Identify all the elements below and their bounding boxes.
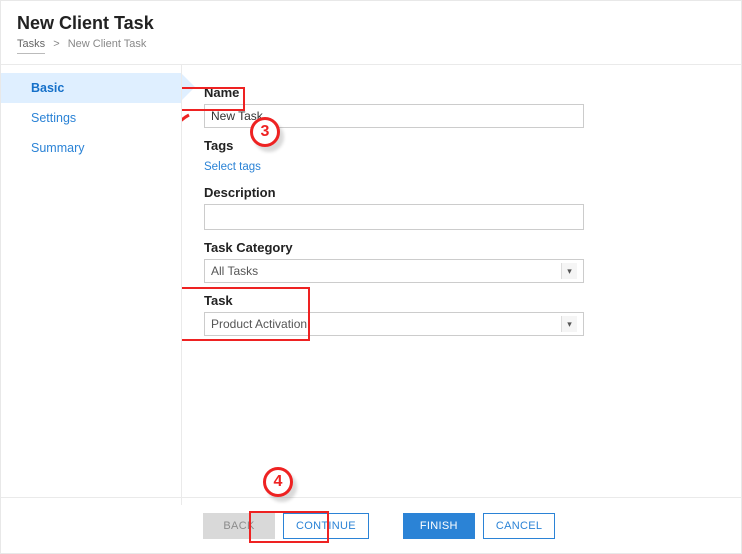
task-label: Task bbox=[204, 293, 719, 308]
cancel-button[interactable]: CANCEL bbox=[483, 513, 555, 539]
continue-button[interactable]: CONTINUE bbox=[283, 513, 369, 539]
wizard-footer: BACK CONTINUE FINISH CANCEL bbox=[1, 497, 741, 553]
header: New Client Task Tasks > New Client Task bbox=[1, 1, 741, 64]
wizard-step-settings[interactable]: Settings bbox=[1, 103, 181, 133]
breadcrumb-separator: > bbox=[53, 38, 59, 50]
wizard-step-summary[interactable]: Summary bbox=[1, 133, 181, 163]
description-input[interactable] bbox=[204, 204, 584, 230]
back-button: BACK bbox=[203, 513, 275, 539]
name-label: Name bbox=[204, 85, 719, 100]
finish-button[interactable]: FINISH bbox=[403, 513, 475, 539]
task-category-value: All Tasks bbox=[211, 264, 258, 278]
tags-label: Tags bbox=[204, 138, 719, 153]
chevron-down-icon: ▾ bbox=[561, 316, 577, 332]
annotation-arrow bbox=[181, 105, 194, 305]
task-category-select[interactable]: All Tasks ▾ bbox=[204, 259, 584, 283]
description-label: Description bbox=[204, 185, 719, 200]
page-title: New Client Task bbox=[17, 13, 725, 34]
breadcrumb: Tasks > New Client Task bbox=[17, 38, 725, 60]
chevron-down-icon: ▾ bbox=[561, 263, 577, 279]
task-category-label: Task Category bbox=[204, 240, 719, 255]
wizard-step-basic[interactable]: Basic bbox=[1, 73, 181, 103]
wizard-sidebar: Basic Settings Summary bbox=[1, 65, 181, 505]
select-tags-link[interactable]: Select tags bbox=[204, 161, 261, 173]
form-panel: Name Tags Select tags Description Task C… bbox=[181, 65, 741, 505]
name-input[interactable] bbox=[204, 104, 584, 128]
task-select[interactable]: Product Activation ▾ bbox=[204, 312, 584, 336]
breadcrumb-current: New Client Task bbox=[68, 38, 147, 50]
task-value: Product Activation bbox=[211, 317, 307, 331]
breadcrumb-root[interactable]: Tasks bbox=[17, 38, 45, 54]
